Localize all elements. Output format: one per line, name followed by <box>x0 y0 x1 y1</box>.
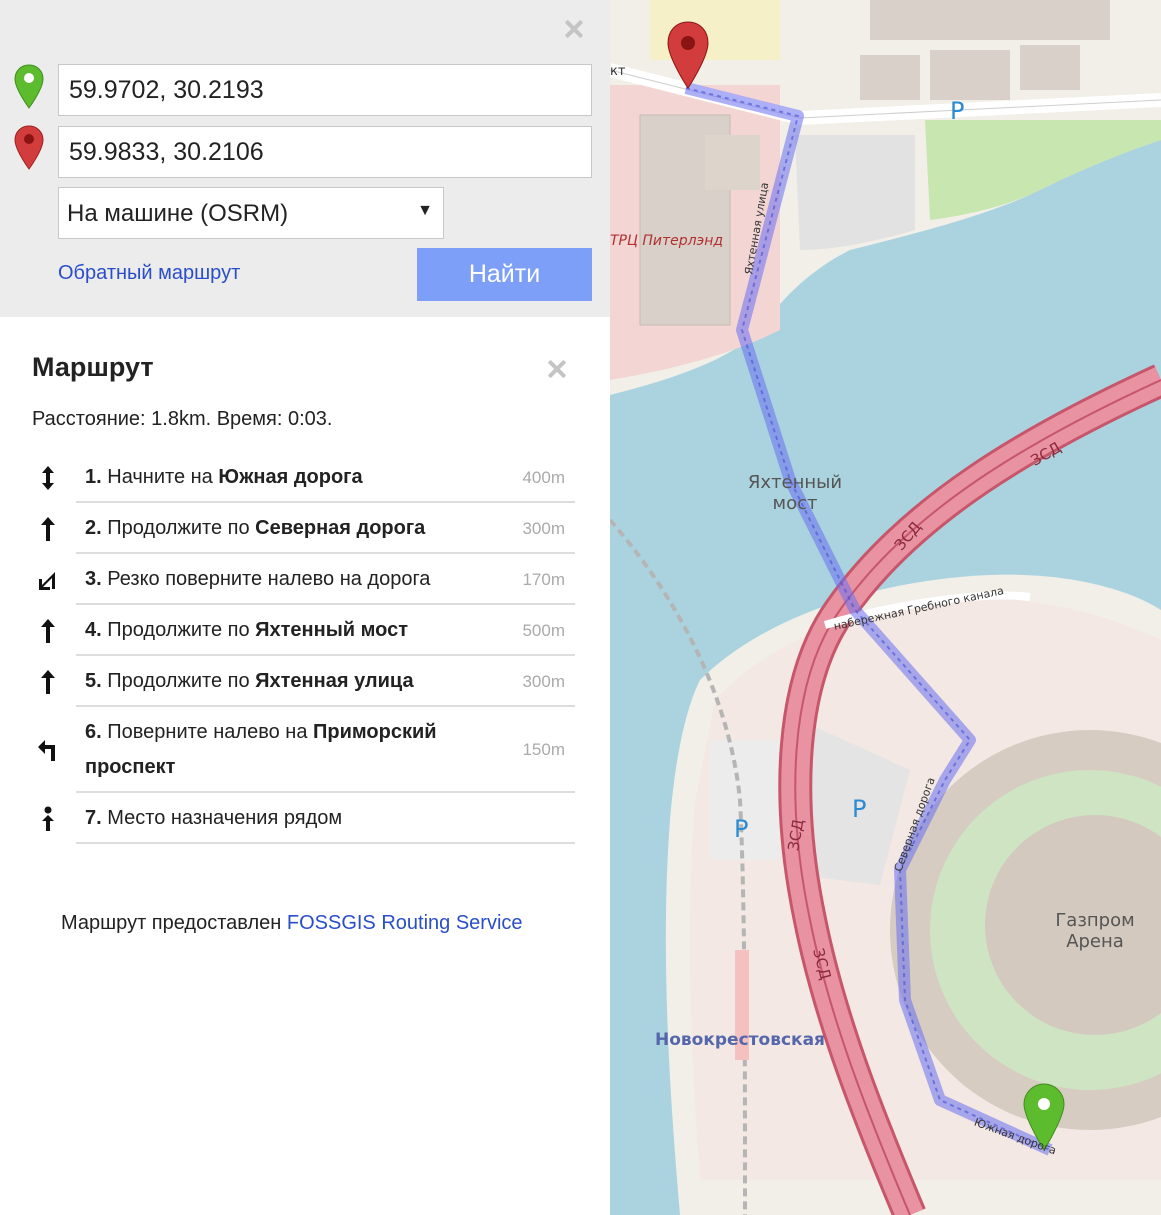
route-step-distance: 150m <box>522 740 565 759</box>
from-field[interactable] <box>58 64 592 116</box>
straight-arrow-icon <box>20 605 76 656</box>
routing-mode-value: На машине (OSRM) <box>67 200 289 227</box>
start-pin-icon <box>14 64 44 109</box>
route-step-distance: 300m <box>522 671 565 691</box>
parking-icon: P <box>734 815 749 843</box>
routing-mode-select[interactable]: На машине (OSRM) ▼ <box>58 187 444 239</box>
parking-icon: P <box>950 97 965 125</box>
route-step-distance: 170m <box>522 569 565 589</box>
route-step-text: 3. Резко поверните налево на дорога <box>85 568 431 590</box>
route-step-distance: 500m <box>522 620 565 640</box>
map-label-station: Новокрестовская <box>655 1030 825 1050</box>
routing-attribution: Маршрут предоставлен FOSSGIS Routing Ser… <box>61 912 523 934</box>
route-step-text: 5. Продолжите по Яхтенная улица <box>85 670 414 692</box>
route-step[interactable]: 2. Продолжите по Северная дорога 300m <box>20 503 575 554</box>
route-step[interactable]: 3. Резко поверните налево на дорога 170m <box>20 554 575 605</box>
close-route-icon[interactable] <box>545 357 569 381</box>
map-label-street-stub: кт <box>610 64 626 79</box>
route-step-distance: 300m <box>522 518 565 538</box>
route-step[interactable]: 5. Продолжите по Яхтенная улица 300m <box>20 656 575 707</box>
route-step-text: 7. Место назначения рядом <box>85 807 343 829</box>
dropdown-arrow-icon: ▼ <box>417 202 433 219</box>
route-step[interactable]: 7. Место назначения рядом <box>20 793 575 844</box>
route-summary: Расстояние: 1.8km. Время: 0:03. <box>32 408 333 430</box>
straight-arrow-icon <box>20 656 76 707</box>
map-label-mall: ТРЦ Питерлэнд <box>610 233 724 249</box>
route-step[interactable]: 6. Поверните налево на Приморский проспе… <box>20 707 575 793</box>
map-label-arena: Газпром Арена <box>1055 910 1135 952</box>
turn-left-icon <box>20 707 76 793</box>
route-steps-list: 1. Начните на Южная дорога 400m 2. Продо… <box>20 452 575 844</box>
end-pin-icon <box>14 125 44 170</box>
route-step-text: 1. Начните на Южная дорога <box>85 466 363 488</box>
straight-arrow-icon <box>20 503 76 554</box>
directions-search-panel: На машине (OSRM) ▼ Обратный маршрут Найт… <box>0 0 610 317</box>
route-step[interactable]: 1. Начните на Южная дорога 400m <box>20 452 575 503</box>
map-view[interactable]: ТРЦ Питерлэнд Яхтенный мост ЗСД ЗСД ЗСД … <box>610 0 1161 1215</box>
route-step-text: 4. Продолжите по Яхтенный мост <box>85 619 409 641</box>
parking-icon: P <box>852 795 867 823</box>
sidebar: На машине (OSRM) ▼ Обратный маршрут Найт… <box>0 0 610 1215</box>
route-step[interactable]: 4. Продолжите по Яхтенный мост 500m <box>20 605 575 656</box>
route-step-text: 6. Поверните налево на Приморский проспе… <box>85 721 437 778</box>
to-field[interactable] <box>58 126 592 178</box>
route-title: Маршрут <box>32 352 154 382</box>
find-route-button[interactable]: Найти <box>417 248 592 301</box>
close-search-icon[interactable] <box>562 17 586 41</box>
sharp-left-icon <box>20 554 76 605</box>
divider <box>76 842 575 844</box>
destination-icon <box>20 793 76 844</box>
route-step-text: 2. Продолжите по Северная дорога <box>85 517 426 539</box>
fossgis-link[interactable]: FOSSGIS Routing Service <box>287 912 523 934</box>
reverse-route-link[interactable]: Обратный маршрут <box>58 262 240 285</box>
route-step-distance: 400m <box>522 467 565 487</box>
start-arrow-icon <box>20 452 76 503</box>
map-label-bridge: Яхтенный мост <box>747 472 843 514</box>
